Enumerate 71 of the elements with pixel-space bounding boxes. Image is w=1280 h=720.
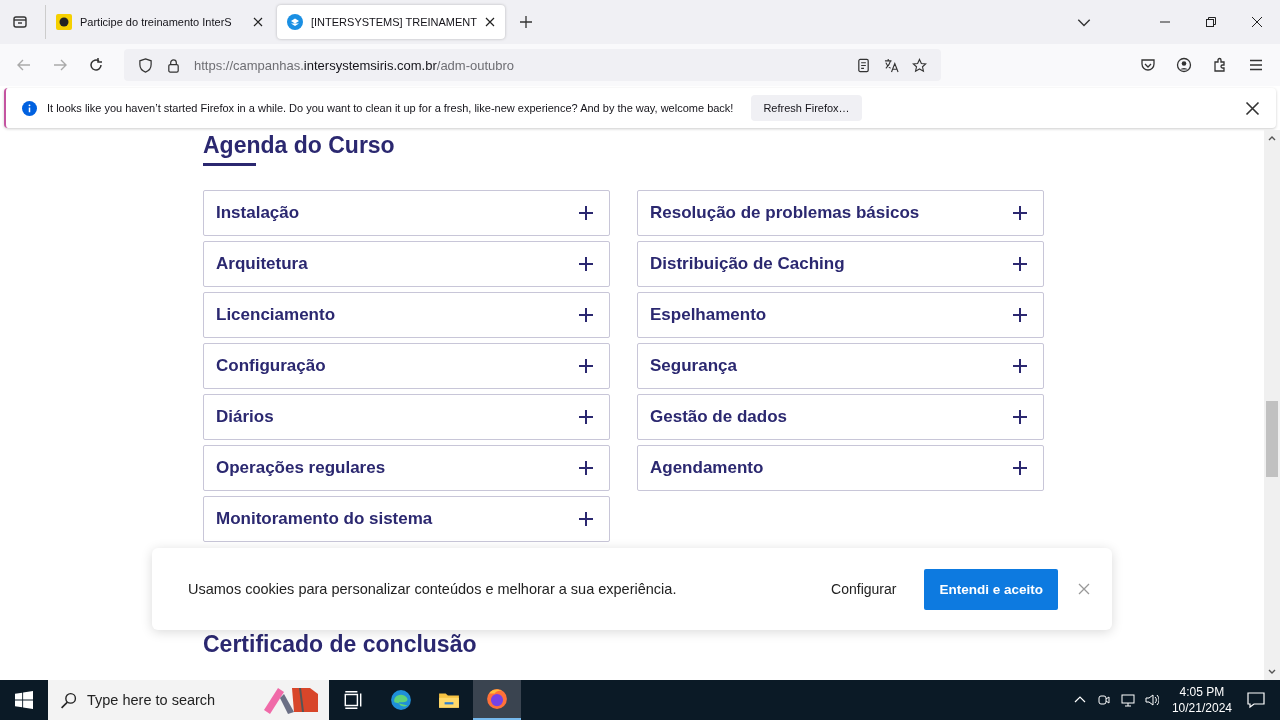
reload-icon[interactable]	[88, 57, 104, 73]
accordion-title: Arquitetura	[216, 254, 308, 274]
accordion-item[interactable]: Operações regulares	[203, 445, 610, 491]
accordion-item[interactable]: Espelhamento	[637, 292, 1044, 338]
accordion-item[interactable]: Monitoramento do sistema	[203, 496, 610, 542]
accordion-item[interactable]: Instalação	[203, 190, 610, 236]
restore-icon[interactable]	[1205, 16, 1217, 28]
network-icon[interactable]	[1120, 693, 1135, 707]
scrollbar-thumb[interactable]	[1266, 401, 1278, 477]
accordion-title: Gestão de dados	[650, 407, 787, 427]
accordion-item[interactable]: Agendamento	[637, 445, 1044, 491]
close-icon[interactable]	[253, 17, 263, 27]
accordion-title: Operações regulares	[216, 458, 386, 478]
firefox-icon	[486, 688, 508, 710]
section-heading: Certificado de conclusão	[203, 632, 478, 658]
accordion-item[interactable]: Configuração	[203, 343, 610, 389]
browser-tab[interactable]: [INTERSYSTEMS] TREINAMENT	[277, 5, 505, 39]
taskbar-search-field[interactable]: Type here to search	[48, 680, 329, 720]
accordion-title: Agendamento	[650, 458, 764, 478]
accordion-title: Monitoramento do sistema	[216, 509, 433, 529]
menu-icon[interactable]	[1248, 57, 1264, 73]
accordion-title: Instalação	[216, 203, 300, 223]
url-text: https://campanhas.intersystemsiris.com.br/adm-outubro	[194, 57, 515, 73]
taskbar-app[interactable]	[473, 680, 521, 720]
volume-icon[interactable]	[1144, 693, 1159, 707]
address-bar[interactable]: https://campanhas.intersystemsiris.com.br/adm-outubro	[124, 49, 941, 81]
clock-time[interactable]: 4:05 PM	[1179, 684, 1225, 700]
accordion-item[interactable]: Gestão de dados	[637, 394, 1044, 440]
accordion-item[interactable]: Segurança	[637, 343, 1044, 389]
notification-icon[interactable]	[1246, 690, 1266, 710]
new-tab-icon[interactable]	[519, 15, 533, 29]
accordion-title: Diários	[216, 407, 274, 427]
section-heading: Agenda do Curso	[203, 131, 396, 159]
configure-button[interactable]: Configurar	[825, 580, 903, 598]
accordion-title: Segurança	[650, 356, 737, 376]
translate-icon[interactable]	[884, 57, 899, 73]
accordion-title: Espelhamento	[650, 305, 767, 325]
search-icon	[60, 691, 77, 709]
windows-start-icon[interactable]	[15, 691, 33, 709]
accordion-title: Licenciamento	[216, 305, 336, 325]
edge-icon[interactable]	[390, 689, 412, 711]
cookie-text: Usamos cookies para personalizar conteúdos e melhorar a sua experiência.	[188, 581, 677, 597]
extensions-icon[interactable]	[1212, 57, 1228, 73]
pocket-icon[interactable]	[1140, 57, 1156, 73]
accordion-item[interactable]: Arquitetura	[203, 241, 610, 287]
accordion-item[interactable]: Distribuição de Caching	[637, 241, 1044, 287]
accept-button[interactable]: Entendi e aceito	[924, 568, 1058, 610]
star-icon[interactable]	[912, 57, 927, 73]
info-icon	[22, 100, 37, 116]
lock-icon[interactable]	[166, 57, 181, 73]
close-icon[interactable]	[1245, 100, 1260, 116]
accordion-title: Distribuição de Caching	[650, 254, 845, 274]
favicon-icon	[287, 14, 303, 30]
accordion-title: Configuração	[216, 356, 326, 376]
clock-date[interactable]: 10/21/2024	[1171, 700, 1232, 716]
shield-icon[interactable]	[138, 57, 153, 73]
accordion-item[interactable]: Diários	[203, 394, 610, 440]
account-icon[interactable]	[1176, 57, 1192, 73]
task-view-icon[interactable]	[342, 689, 364, 711]
close-icon[interactable]	[485, 17, 496, 27]
reader-view-icon[interactable]	[856, 57, 871, 73]
notification-text: It looks like you haven’t started Firefox in a while. Do you want to clean it up for a fresh, like-new experience? And by the way, welcome back!	[47, 102, 734, 114]
accordion-title: Resolução de problemas básicos	[650, 203, 920, 223]
accordion-item[interactable]: Licenciamento	[203, 292, 610, 338]
browser-tab[interactable]: Participe do treinamento InterS	[45, 5, 273, 39]
close-icon[interactable]	[1251, 16, 1263, 28]
tab-list-icon[interactable]	[12, 14, 28, 30]
accordion-item[interactable]: Resolução de problemas básicos	[637, 190, 1044, 236]
camera-icon[interactable]	[1096, 693, 1111, 707]
favicon-icon	[56, 14, 72, 30]
refresh-button[interactable]: Refresh Firefox…	[751, 95, 862, 121]
